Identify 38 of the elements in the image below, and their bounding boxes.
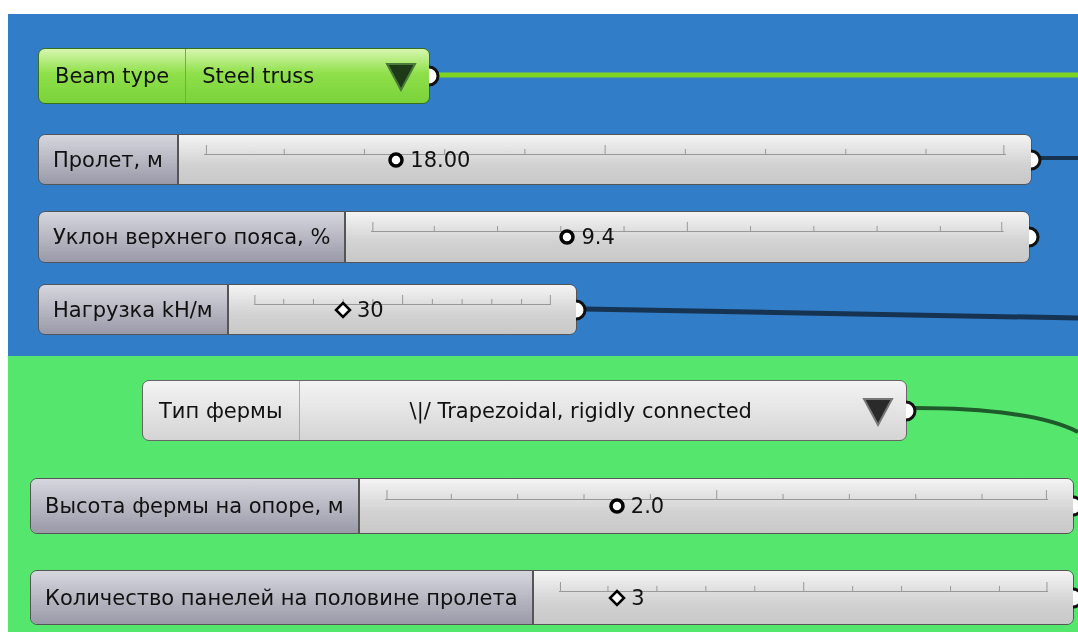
output-port-icon[interactable] <box>1028 226 1040 248</box>
output-port-icon[interactable] <box>428 65 440 87</box>
slider-grip[interactable] <box>607 497 626 515</box>
slider-value: 9.4 <box>581 225 615 249</box>
number-slider[interactable]: Высота фермы на опоре, м 2.0 <box>30 478 1074 534</box>
number-slider[interactable]: Нагрузка kH/м 30 <box>38 284 577 335</box>
value-list[interactable]: Тип фермы \|/ Trapezoidal, rigidly connected <box>142 380 907 441</box>
slider-label: Нагрузка kH/м <box>39 285 229 334</box>
slider-label: Количество панелей на половине пролета <box>31 571 534 624</box>
slider-grip[interactable] <box>333 300 352 319</box>
slider-label: Уклон верхнего пояса, % <box>39 212 347 262</box>
value-list[interactable]: Beam type Steel truss <box>38 48 430 104</box>
slider-label: Высота фермы на опоре, м <box>31 479 360 533</box>
output-port-icon[interactable] <box>905 399 917 422</box>
slider-value: 2.0 <box>630 494 665 518</box>
slider-grip[interactable] <box>387 150 406 169</box>
number-slider[interactable]: Пролет, м 18.00 <box>38 134 1032 185</box>
output-port-icon[interactable] <box>1030 148 1042 171</box>
output-port-icon[interactable] <box>575 298 587 321</box>
list-value: \|/ Trapezoidal, rigidly connected <box>408 397 753 426</box>
list-label: Beam type <box>39 49 187 103</box>
slider-track[interactable]: 3 <box>533 571 1073 624</box>
slider-grip[interactable] <box>558 228 577 246</box>
wire <box>1038 156 1078 160</box>
slider-track[interactable]: 2.0 <box>359 479 1073 533</box>
number-slider[interactable]: Уклон верхнего пояса, % 9.4 <box>38 211 1030 263</box>
slider-label: Пролет, м <box>39 135 179 184</box>
slider-grip[interactable] <box>608 588 627 607</box>
slider-track[interactable]: 30 <box>228 285 576 334</box>
slider-track[interactable]: 9.4 <box>346 212 1029 262</box>
slider-value: 18.00 <box>410 147 471 172</box>
slider-value: 3 <box>631 585 645 610</box>
slider-track[interactable]: 18.00 <box>178 135 1031 184</box>
number-slider[interactable]: Количество панелей на половине пролета 3 <box>30 570 1074 625</box>
dropdown-arrow-icon[interactable] <box>385 60 417 92</box>
slider-value: 30 <box>356 297 384 322</box>
list-label: Тип фермы <box>143 381 300 440</box>
list-value: Steel truss <box>201 63 316 90</box>
